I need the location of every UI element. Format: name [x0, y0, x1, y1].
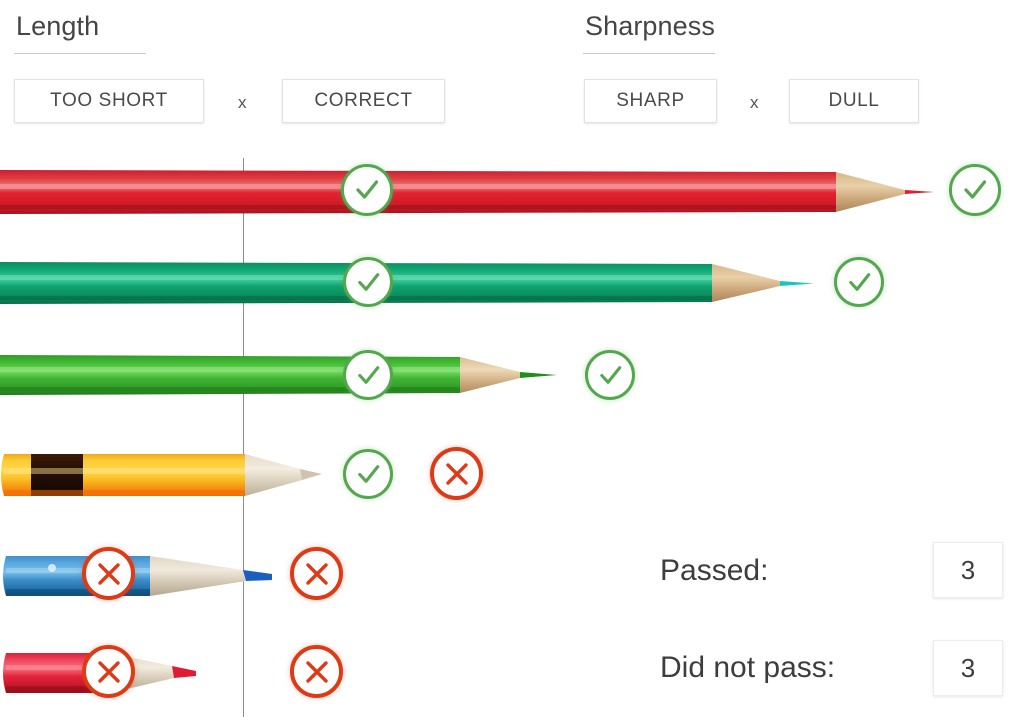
sharpness-title: Sharpness — [585, 11, 715, 41]
did-not-pass-count: 3 — [933, 640, 1003, 696]
passed-count: 3 — [933, 542, 1003, 598]
sharpness-option-dull[interactable]: DULL — [789, 79, 919, 123]
pencil-row-2-length-badge[interactable] — [343, 257, 393, 307]
pencil-row-4 — [0, 446, 330, 504]
length-title: Length — [16, 11, 100, 41]
pencil-row-3-sharpness-badge[interactable] — [585, 350, 635, 400]
pencil-row-5 — [0, 548, 285, 604]
pencil-row-1-length-badge[interactable] — [341, 164, 393, 216]
length-title-rule — [14, 53, 146, 54]
sharpness-option-sharp[interactable]: SHARP — [584, 79, 717, 123]
pencil-row-2-sharpness-badge[interactable] — [834, 257, 884, 307]
length-option-correct[interactable]: CORRECT — [282, 79, 445, 123]
length-option-too-short[interactable]: TOO SHORT — [14, 79, 204, 123]
sharpness-title-rule — [583, 53, 715, 54]
pencil-row-3 — [0, 351, 560, 401]
length-threshold-divider — [243, 158, 244, 717]
pencil-row-5-sharpness-badge[interactable] — [290, 547, 343, 600]
pencil-row-6-length-badge[interactable] — [82, 645, 135, 698]
length-option-separator: x — [238, 93, 247, 112]
did-not-pass-label: Did not pass: — [660, 651, 836, 684]
pencil-row-1-sharpness-badge[interactable] — [949, 164, 1001, 216]
pencil-row-3-length-badge[interactable] — [343, 350, 393, 400]
pencil-row-1 — [0, 164, 935, 220]
passed-label: Passed: — [660, 554, 769, 587]
pencil-row-4-sharpness-badge[interactable] — [430, 447, 483, 500]
pencil-row-2 — [0, 258, 815, 310]
sharpness-option-separator: x — [750, 93, 759, 112]
pencil-row-5-length-badge[interactable] — [82, 547, 135, 600]
pencil-row-4-length-badge[interactable] — [343, 449, 393, 499]
pencil-row-6-sharpness-badge[interactable] — [290, 645, 343, 698]
